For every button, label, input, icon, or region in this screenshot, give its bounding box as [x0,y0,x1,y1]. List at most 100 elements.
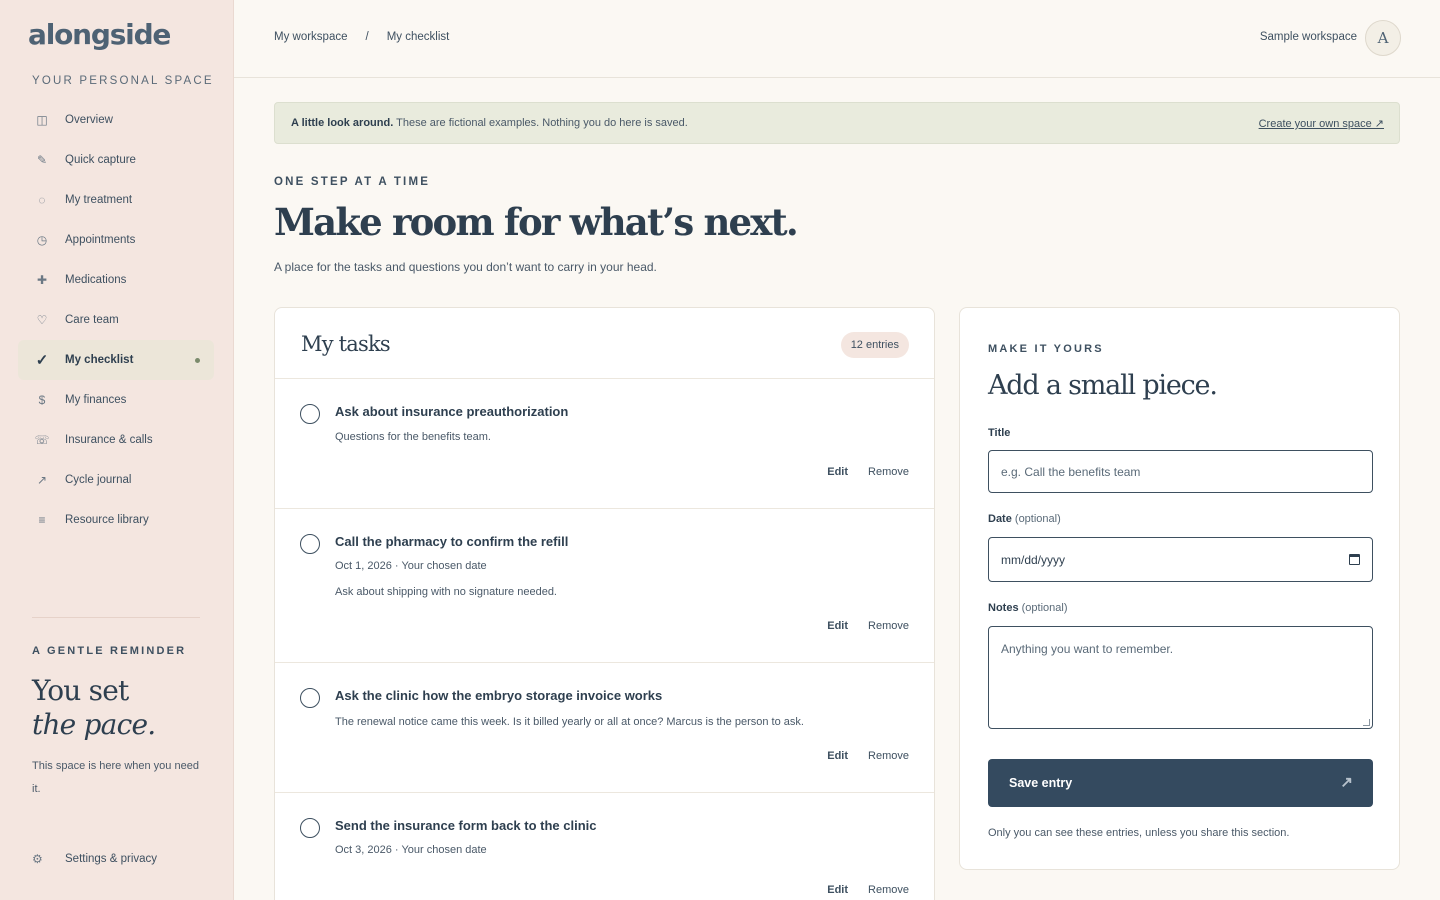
breadcrumb: My workspace / My checklist [274,31,449,43]
form-title: Add a small piece. [988,370,1218,401]
sidebar-item-appointments[interactable]: ◷ Appointments [18,220,214,260]
circle-icon: ◌ [38,193,46,207]
sidebar-item-my-finances[interactable]: $ My finances [18,380,214,420]
sidebar-item-quick-capture[interactable]: ✎ Quick capture [18,140,214,180]
task-item: Send the insurance form back to the clin… [275,793,934,900]
task-item: Ask the clinic how the embryo storage in… [275,663,934,793]
task-note: Ask about shipping with no signature nee… [335,586,557,598]
task-complete-checkbox[interactable] [300,404,320,424]
banner-text: These are fictional examples. Nothing yo… [393,117,688,129]
reminder-text: This space is here when you need it. [32,760,199,795]
sidebar-item-my-treatment[interactable]: ◌ My treatment [18,180,214,220]
task-title: Ask the clinic how the embryo storage in… [335,688,663,703]
task-actions: Edit Remove [827,750,909,762]
tasks-header: My tasks 12 entries [275,308,934,379]
task-list: Ask about insurance preauthorization Ques… [275,379,934,900]
edit-task-button[interactable]: Edit [827,620,848,632]
reminder-title: You set the pace. [32,674,156,742]
task-complete-checkbox[interactable] [300,534,320,554]
layout-icon: ◫ [36,113,48,127]
save-entry-label: Save entry [1009,776,1073,790]
avatar[interactable]: A [1365,20,1401,56]
sidebar-item-insurance-calls[interactable]: ☏ Insurance & calls [18,420,214,460]
title-label: Title [988,427,1011,439]
arrow-icon: ↗ [1340,774,1353,791]
task-complete-checkbox[interactable] [300,818,320,838]
remove-task-button[interactable]: Remove [868,750,909,762]
entries-count-badge: 12 entries [840,332,909,358]
task-title: Ask about insurance preauthorization [335,404,569,419]
sidebar-item-label: Resource library [65,514,149,526]
sidebar-item-label: My finances [65,394,127,406]
sidebar-nav: ◫ Overview ✎ Quick capture ◌ My treatment ◷ App… [18,100,214,540]
save-entry-button[interactable]: Save entry ↗ [988,759,1373,807]
remove-task-button[interactable]: Remove [868,620,909,632]
task-actions: Edit Remove [827,466,909,478]
add-entry-card: MAKE IT YOURS Add a small piece. Title e… [959,307,1400,870]
sidebar-item-care-team[interactable]: ♡ Care team [18,300,214,340]
sidebar-item-resource-library[interactable]: ≡ Resource library [18,500,214,540]
settings-link[interactable]: ⚙ Settings & privacy [32,852,157,866]
sidebar-item-label: Insurance & calls [65,434,153,446]
edit-task-button[interactable]: Edit [827,750,848,762]
task-actions: Edit Remove [827,884,909,896]
task-note: The renewal notice came this week. Is it… [335,716,804,728]
edit-task-button[interactable]: Edit [827,466,848,478]
page-eyebrow: ONE STEP AT A TIME [274,176,431,188]
sidebar-divider [32,617,200,618]
remove-task-button[interactable]: Remove [868,884,909,896]
notes-textarea[interactable]: Anything you want to remember. [988,626,1373,729]
date-optional: (optional) [1014,513,1061,525]
heart-icon: ♡ [36,313,48,327]
remove-task-button[interactable]: Remove [868,466,909,478]
topbar: My workspace / My checklist Sample works… [234,0,1440,78]
task-note: Questions for the benefits team. [335,431,491,443]
date-label: Date (optional) [988,513,1061,525]
app-logo[interactable]: alongside [28,18,171,51]
task-item: Call the pharmacy to confirm the refill O… [275,509,934,663]
task-actions: Edit Remove [827,620,909,632]
notes-label-text: Notes [988,602,1019,614]
sidebar-item-label: Cycle journal [65,474,132,486]
breadcrumb-workspace[interactable]: My workspace [274,31,348,43]
privacy-note: Only you can see these entries, unless y… [988,827,1290,839]
sidebar-item-label: Appointments [65,234,136,246]
breadcrumb-current[interactable]: My checklist [387,31,450,43]
sidebar-item-overview[interactable]: ◫ Overview [18,100,214,140]
reminder-title-line1: You set [32,674,129,707]
clock-icon: ◷ [36,233,48,247]
calendar-icon[interactable] [1349,554,1360,565]
sidebar-item-medications[interactable]: ✚ Medications [18,260,214,300]
notes-placeholder: Anything you want to remember. [1001,642,1174,656]
dollar-icon: $ [38,393,46,407]
sidebar-item-label: My treatment [65,194,133,206]
form-eyebrow: MAKE IT YOURS [988,343,1104,355]
trend-arrow-icon: ↗ [36,473,48,487]
library-icon: ≡ [38,513,46,527]
sidebar-item-cycle-journal[interactable]: ↗ Cycle journal [18,460,214,500]
breadcrumb-separator: / [365,31,369,43]
date-input[interactable]: mm/dd/yyyy [988,537,1373,582]
title-input[interactable]: e.g. Call the benefits team [988,450,1373,493]
resize-handle[interactable] [1363,719,1370,726]
sidebar-caption: YOUR PERSONAL SPACE [32,75,214,87]
notes-label: Notes (optional) [988,602,1067,614]
tasks-card: My tasks 12 entries Ask about insurance … [274,307,935,900]
task-date: Oct 1, 2026 · Your chosen date [335,560,487,572]
gear-icon: ⚙ [32,852,43,866]
date-placeholder: mm/dd/yyyy [1001,552,1066,567]
create-space-link[interactable]: Create your own space ↗ [1259,117,1384,130]
banner-bold: A little look around. [291,117,394,129]
pencil-icon: ✎ [36,153,48,167]
sidebar-item-label: Quick capture [65,154,136,166]
workspace-name[interactable]: Sample workspace [1260,31,1357,43]
sidebar: alongside YOUR PERSONAL SPACE ◫ Overview ✎… [0,0,234,900]
task-complete-checkbox[interactable] [300,688,320,708]
sidebar-item-label: My checklist [65,354,134,366]
check-icon: ✓ [35,352,49,369]
reminder-caption: A GENTLE REMINDER [32,645,187,657]
plus-cross-icon: ✚ [36,273,48,287]
task-date: Oct 3, 2026 · Your chosen date [335,844,487,856]
sidebar-item-my-checklist[interactable]: ✓ My checklist [18,340,214,380]
edit-task-button[interactable]: Edit [827,884,848,896]
